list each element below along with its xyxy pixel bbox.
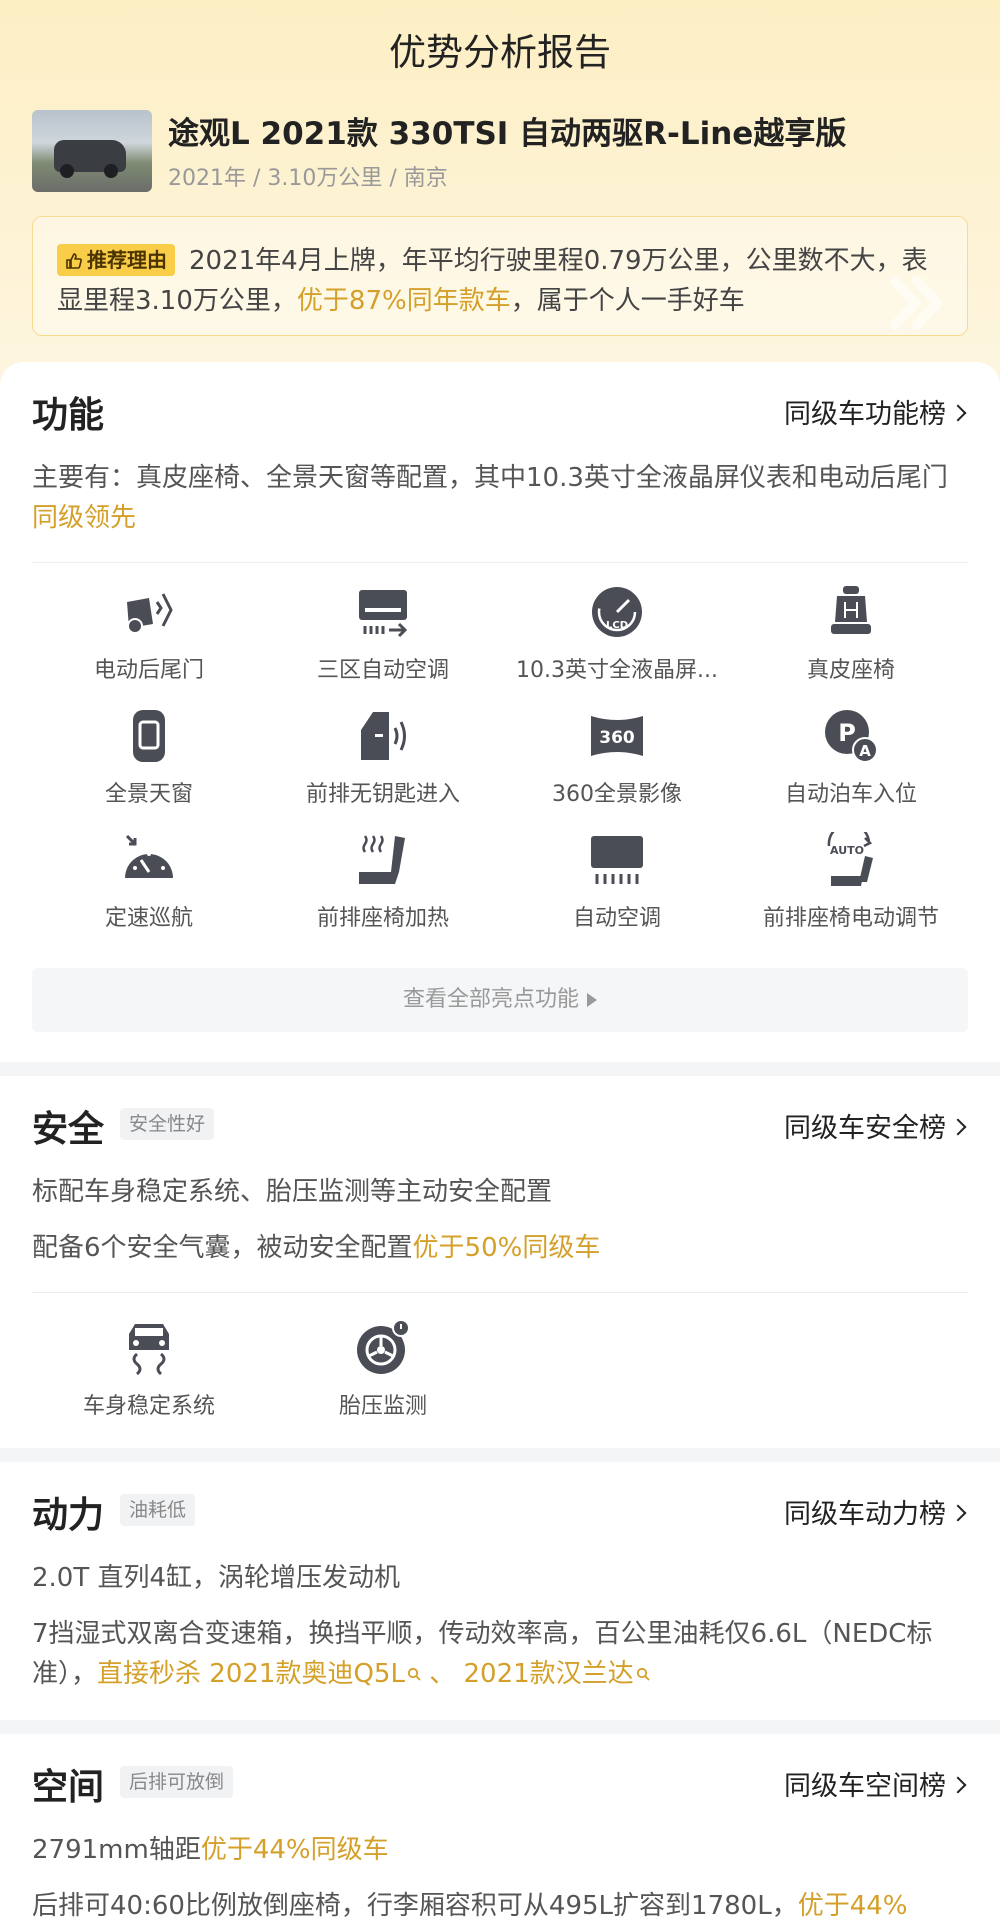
report-header: 优势分析报告 途观L 2021款 330TSI 自动两驱R-Line越享版 20… (0, 0, 1000, 420)
keyless-entry-icon (361, 712, 406, 760)
feature-label: 全景天窗 (104, 782, 193, 807)
feature-label: 10.3英寸全液晶屏... (516, 658, 718, 683)
feature-label: 自动泊车入位 (784, 782, 917, 807)
recommend-text-after: ，属于个人一手好车 (510, 286, 745, 316)
feature-item[interactable]: 前排座椅加热 (266, 832, 500, 942)
feature-label: 前排座椅电动调节 (762, 906, 939, 931)
tire-pressure-icon (357, 1320, 410, 1374)
search-icon (407, 1667, 421, 1681)
feature-label: 定速巡航 (104, 906, 193, 931)
function-title: 功能 (32, 395, 105, 436)
svg-text:AUTO: AUTO (830, 844, 864, 857)
feature-item[interactable]: 胎压监测 (266, 1320, 500, 1430)
feature-item[interactable]: 定速巡航 (32, 832, 266, 942)
car-name: 途观L 2021款 330TSI 自动两驱R-Line越享版 (168, 116, 847, 152)
rival-link-2[interactable]: 2021款汉兰达 (464, 1659, 650, 1689)
space-line1: 2791mm轴距优于44%同级车 (32, 1835, 389, 1865)
feature-label: 360全景影像 (552, 782, 682, 807)
function-section: 功能 同级车功能榜 主要有：真皮座椅、全景天窗等配置，其中10.3英寸全液晶屏仪… (0, 362, 1000, 1062)
feature-item[interactable]: 360 360全景影像 (500, 708, 734, 818)
cruise-control-icon (125, 834, 173, 878)
chevron-right-icon (949, 404, 967, 422)
space-badge: 后排可放倒 (120, 1766, 234, 1798)
seat-heating-icon (359, 835, 405, 884)
feature-item[interactable]: 真皮座椅 (734, 584, 968, 694)
play-arrow-icon (587, 993, 597, 1007)
power-line1: 2.0T 直列4缸，涡轮增压发动机 (32, 1563, 401, 1593)
power-line2: 7挡湿式双离合变速箱，换挡平顺，传动效率高，百公里油耗仅6.6L（NEDC标准）… (32, 1619, 933, 1689)
safety-rank-link[interactable]: 同级车安全榜 (784, 1106, 967, 1145)
page-title: 优势分析报告 (389, 31, 611, 74)
car-meta: 2021年 / 3.10万公里 / 南京 (168, 166, 448, 191)
safety-section: 安全 安全性好 同级车安全榜 标配车身稳定系统、胎压监测等主动安全配置 配备6个… (0, 1076, 1000, 1448)
feature-label: 前排座椅加热 (316, 906, 449, 931)
feature-label: 三区自动空调 (316, 658, 449, 683)
feature-label: 胎压监测 (338, 1394, 427, 1419)
feature-label: 前排无钥匙进入 (305, 782, 460, 807)
space-title: 空间 (32, 1767, 105, 1808)
recommend-text: 推荐理由 2021年4月上牌，年平均行驶里程0.79万公里，公里数不大，表显里程3… (57, 241, 937, 321)
feature-label: 车身稳定系统 (82, 1394, 215, 1419)
feature-item[interactable]: 全景天窗 (32, 708, 266, 818)
tri-zone-ac-icon (359, 590, 408, 638)
car-thumbnail[interactable] (32, 110, 152, 192)
lcd-dashboard-icon: LCD (592, 587, 642, 637)
feature-label: 自动空调 (572, 906, 661, 931)
auto-ac-icon (591, 836, 643, 884)
function-desc: 主要有：真皮座椅、全景天窗等配置，其中10.3英寸全液晶屏仪表和电动后尾门同级领… (32, 463, 948, 533)
feature-item[interactable]: 自动空调 (500, 832, 734, 942)
power-rank-link[interactable]: 同级车动力榜 (784, 1492, 967, 1531)
recommend-tag: 推荐理由 (57, 244, 175, 276)
feature-item[interactable]: 车身稳定系统 (32, 1320, 266, 1430)
feature-item[interactable]: 三区自动空调 (266, 584, 500, 694)
feature-item[interactable]: 前排无钥匙进入 (266, 708, 500, 818)
svg-text:360: 360 (599, 728, 635, 748)
svg-text:P: P (838, 719, 856, 747)
auto-parking-icon: P A (825, 710, 878, 763)
safety-badge: 安全性好 (120, 1108, 215, 1140)
chevron-right-icon (949, 1118, 967, 1136)
stability-control-icon (129, 1324, 169, 1376)
svg-text:A: A (859, 742, 871, 760)
recommend-highlight: 优于87%同年款车 (296, 286, 511, 316)
feature-item[interactable]: LCD 10.3英寸全液晶屏... (500, 584, 734, 694)
safety-line1: 标配车身稳定系统、胎压监测等主动安全配置 (32, 1177, 553, 1207)
divider (32, 1292, 968, 1293)
feature-item[interactable]: AUTO 前排座椅电动调节 (734, 832, 968, 942)
svg-text:LCD: LCD (606, 620, 628, 631)
camera-360-icon: 360 (591, 716, 643, 756)
power-section: 动力 油耗低 同级车动力榜 2.0T 直列4缸，涡轮增压发动机 7挡湿式双离合变… (0, 1462, 1000, 1720)
space-rank-link[interactable]: 同级车空间榜 (784, 1764, 967, 1803)
chevron-right-icon (949, 1776, 967, 1794)
chevron-right-icon (949, 1504, 967, 1522)
space-line2: 后排可40:60比例放倒座椅，行李厢容积可从495L扩容到1780L，优于44% (32, 1891, 908, 1921)
safety-title: 安全 (32, 1109, 105, 1150)
search-icon (636, 1667, 650, 1681)
power-badge: 油耗低 (120, 1494, 196, 1526)
power-seat-icon: AUTO (827, 832, 873, 886)
recommend-reason: 推荐理由 2021年4月上牌，年平均行驶里程0.79万公里，公里数不大，表显里程3… (32, 216, 968, 336)
tailgate-icon (127, 593, 173, 634)
panoramic-sunroof-icon (133, 710, 165, 762)
view-all-features-button[interactable]: 查看全部亮点功能 (32, 968, 968, 1032)
thumbs-up-icon (66, 253, 82, 269)
power-title: 动力 (32, 1495, 105, 1536)
feature-item[interactable]: 电动后尾门 (32, 584, 266, 694)
rival-link-1[interactable]: 2021款奥迪Q5L (209, 1659, 421, 1689)
leather-seat-icon (831, 586, 871, 634)
space-section: 空间 后排可放倒 同级车空间榜 2791mm轴距优于44%同级车 后排可40:6… (0, 1734, 1000, 1926)
function-rank-link[interactable]: 同级车功能榜 (784, 392, 967, 431)
divider (32, 562, 968, 563)
safety-line2: 配备6个安全气囊，被动安全配置优于50%同级车 (32, 1233, 601, 1263)
feature-label: 真皮座椅 (806, 658, 895, 683)
feature-item[interactable]: P A 自动泊车入位 (734, 708, 968, 818)
feature-label: 电动后尾门 (93, 658, 204, 683)
